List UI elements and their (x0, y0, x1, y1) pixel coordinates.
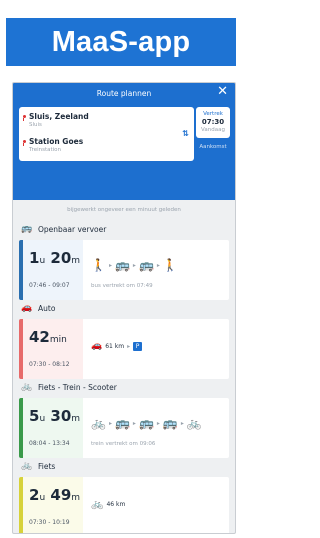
option-card-fiets[interactable]: 2u 49m 07:30 - 10:19 🚲 46 km (19, 477, 229, 533)
origin-name[interactable]: Sluis, Zeeland (29, 112, 89, 121)
bike-icon: 🚲 (186, 416, 202, 430)
option-note: trein vertrekt om 09:06 (91, 441, 156, 447)
bus-icon: 🚌 (138, 258, 154, 272)
option-card-fiets-trein-scooter[interactable]: 5u 30m 08:04 - 13:34 🚲 ▸ 🚌 ▸ 🚌 ▸ 🚌 ▸ 🚲 trein… (19, 398, 229, 458)
option-card-ov[interactable]: 1u 20m 07:46 - 09:07 🚶 ▸ 🚌 ▸ 🚌 ▸ 🚶 bus vert… (19, 240, 229, 300)
route-header: Route plannen ✕ Sluis, Zeeland Sluis Sta… (13, 83, 235, 200)
depart-time: 07:30 (201, 118, 225, 126)
duration: 5u 30m (29, 407, 81, 425)
depart-time-box[interactable]: Vertrek 07:30 Vandaag (196, 107, 230, 138)
app-banner: MaaS-app (6, 18, 236, 66)
time-range: 07:30 - 10:19 (29, 519, 70, 526)
option-left: 42min 07:30 - 08:12 (23, 319, 83, 379)
bike-icon: 🚲 (21, 461, 33, 471)
section-title: Openbaar vervoer (38, 224, 107, 234)
legs: 🚶 ▸ 🚌 ▸ 🚌 ▸ 🚶 (91, 258, 178, 272)
bike-train-scooter-icon: 🚲 (21, 382, 33, 392)
bus-icon: 🚌 (162, 416, 178, 430)
updated-text: bijgewerkt ongeveer een minuut geleden (67, 207, 181, 213)
bus-train-icon: 🚌 (21, 224, 33, 234)
destination-pin-icon (23, 140, 26, 146)
distance: 46 km (106, 501, 126, 508)
time-range: 07:30 - 08:12 (29, 361, 70, 368)
section-openbaar-vervoer: 🚌 Openbaar vervoer (21, 224, 106, 234)
car-icon: 🚗 (21, 303, 33, 313)
time-range: 07:46 - 09:07 (29, 282, 70, 289)
distance: 61 km (105, 342, 125, 350)
section-title: Auto (38, 303, 56, 313)
origin-pin-icon (23, 115, 26, 121)
page-title: Route plannen (96, 89, 152, 98)
bike-icon: 🚲 (91, 499, 104, 510)
depart-label: Vertrek (203, 111, 223, 117)
duration: 1u 20m (29, 249, 81, 267)
bike-icon: 🚲 (91, 416, 106, 430)
walk-icon: 🚶 (91, 258, 106, 272)
option-card-auto[interactable]: 42min 07:30 - 08:12 🚗 61 km ▸ P (19, 319, 229, 379)
section-title: Fiets - Trein - Scooter (38, 382, 117, 392)
destination-name[interactable]: Station Goes (29, 137, 83, 146)
legs: 🚗 61 km ▸ P (91, 341, 143, 351)
arrive-toggle[interactable]: Aankomst (196, 144, 230, 150)
car-icon: 🚗 (91, 341, 103, 351)
section-fiets-trein-scooter: 🚲 Fiets - Trein - Scooter (21, 382, 117, 392)
depart-day: Vandaag (201, 127, 225, 133)
bus-icon: 🚌 (138, 416, 154, 430)
section-auto: 🚗 Auto (21, 303, 55, 313)
option-note: bus vertrekt om 07:49 (91, 283, 153, 289)
close-icon[interactable]: ✕ (217, 85, 228, 98)
bus-icon: 🚌 (114, 416, 130, 430)
destination-sub: Treinstation (29, 147, 62, 153)
time-range: 08:04 - 13:34 (29, 440, 70, 447)
parking-icon: P (133, 341, 143, 351)
origin-sub: Sluis (29, 122, 42, 128)
duration: 42min (29, 328, 67, 346)
route-input-card[interactable]: Sluis, Zeeland Sluis Station Goes Treins… (19, 107, 194, 161)
legs: 🚲 46 km (91, 499, 125, 510)
swap-icon[interactable]: ⇅ (182, 129, 189, 138)
walk-icon: 🚶 (162, 258, 178, 272)
phone-screen: Route plannen ✕ Sluis, Zeeland Sluis Sta… (12, 82, 236, 534)
option-left: 2u 49m 07:30 - 10:19 (23, 477, 83, 533)
duration: 2u 49m (29, 486, 81, 504)
option-left: 5u 30m 08:04 - 13:34 (23, 398, 83, 458)
section-fiets: 🚲 Fiets (21, 461, 55, 471)
option-left: 1u 20m 07:46 - 09:07 (23, 240, 83, 300)
bus-icon: 🚌 (114, 258, 130, 272)
section-title: Fiets (38, 461, 56, 471)
legs: 🚲 ▸ 🚌 ▸ 🚌 ▸ 🚌 ▸ 🚲 (91, 416, 202, 430)
